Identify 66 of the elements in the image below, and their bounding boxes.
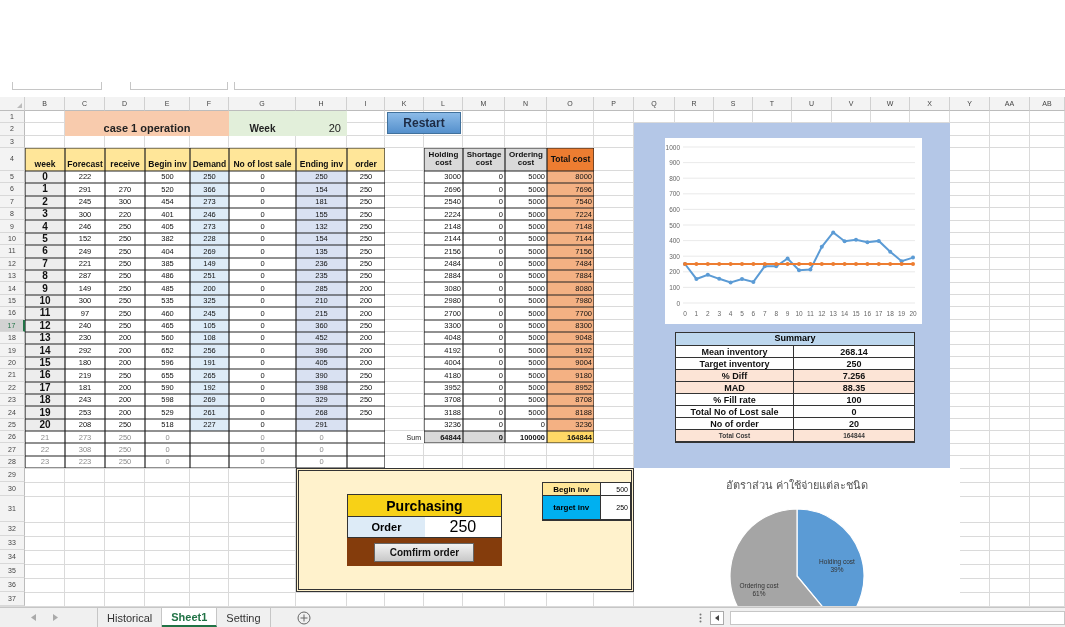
table-cell: 3 [25, 208, 65, 221]
title-cell: case 1 operation [65, 111, 229, 136]
table-cell: 8 [25, 270, 65, 283]
column-heading: Ending inv [296, 147, 347, 171]
column-heading: Demand [190, 147, 229, 171]
summary-value: 0 [794, 406, 914, 419]
select-all-corner[interactable] [0, 97, 25, 111]
add-sheet-icon[interactable] [296, 610, 311, 625]
table-cell: 14 [25, 344, 65, 357]
table-cell: 15 [25, 356, 65, 370]
table-cell: 4 [25, 220, 65, 233]
summary-label: Total No of Lost sale [676, 406, 794, 419]
scroll-left-button[interactable] [709, 611, 724, 625]
function-box[interactable] [130, 82, 228, 90]
table-cell: 2 [25, 195, 65, 209]
column-heading: order [347, 147, 385, 171]
name-box[interactable] [12, 82, 102, 90]
table-cell: 0 [25, 170, 65, 184]
table-cell: 19 [25, 406, 65, 419]
column-heading: No of lost sale [229, 147, 296, 171]
table-cell [347, 443, 385, 456]
sheet-tab[interactable]: Sheet1 [162, 608, 218, 627]
week-value: 20 [296, 111, 347, 136]
table-cell [347, 455, 385, 469]
setting-label: Begin inv [542, 483, 601, 497]
restart-button[interactable]: Restart [387, 112, 461, 134]
column-heading: week [25, 147, 65, 171]
table-cell [347, 418, 385, 432]
column-heading: Ordering cost [505, 147, 547, 171]
column-heading: receive [105, 147, 145, 171]
summary-label: % Fill rate [676, 394, 794, 407]
table-cell [190, 431, 229, 444]
table-cell: 11 [25, 307, 65, 320]
column-heading: Holding cost [424, 147, 463, 171]
table-cell: 10 [25, 294, 65, 308]
column-heading: Total cost [547, 147, 594, 171]
column-heading: Shortage cost [463, 147, 505, 171]
confirm-order-button[interactable]: Comfirm order [374, 542, 475, 562]
table-cell [105, 170, 145, 184]
table-cell: 6 [25, 245, 65, 258]
table-cell: 16 [25, 369, 65, 382]
summary-title: Summary [676, 333, 914, 346]
week-label: Week [229, 111, 296, 136]
summary-value: 100 [794, 394, 914, 407]
column-heading: Forecast [65, 147, 105, 171]
triangle-icon [17, 103, 22, 108]
table-cell [347, 431, 385, 444]
horizontal-scrollbar[interactable] [729, 611, 1065, 625]
purchasing-title: Purchasing [347, 494, 502, 517]
table-cell: 5 [25, 232, 65, 246]
table-cell [190, 455, 229, 469]
column-heading: Begin inv [145, 147, 190, 171]
table-cell [190, 443, 229, 456]
caret-left-icon [714, 615, 719, 621]
summary-label: No of order [676, 418, 794, 431]
sheet-tab[interactable]: Setting [217, 608, 271, 627]
summary-value: 20 [794, 418, 914, 431]
formula-bar[interactable] [234, 82, 1065, 90]
setting-label: target inv [542, 496, 601, 521]
table-cell: 9 [25, 282, 65, 295]
table-cell: 20 [25, 418, 65, 432]
table-cell: 17 [25, 381, 65, 394]
table-cell: 1 [25, 183, 65, 196]
chart-title: อัตราส่วน ค่าใช้จ่ายแต่ละชนิด [725, 478, 869, 494]
split-handle-icon[interactable] [698, 612, 702, 623]
table-cell: 18 [25, 393, 65, 407]
